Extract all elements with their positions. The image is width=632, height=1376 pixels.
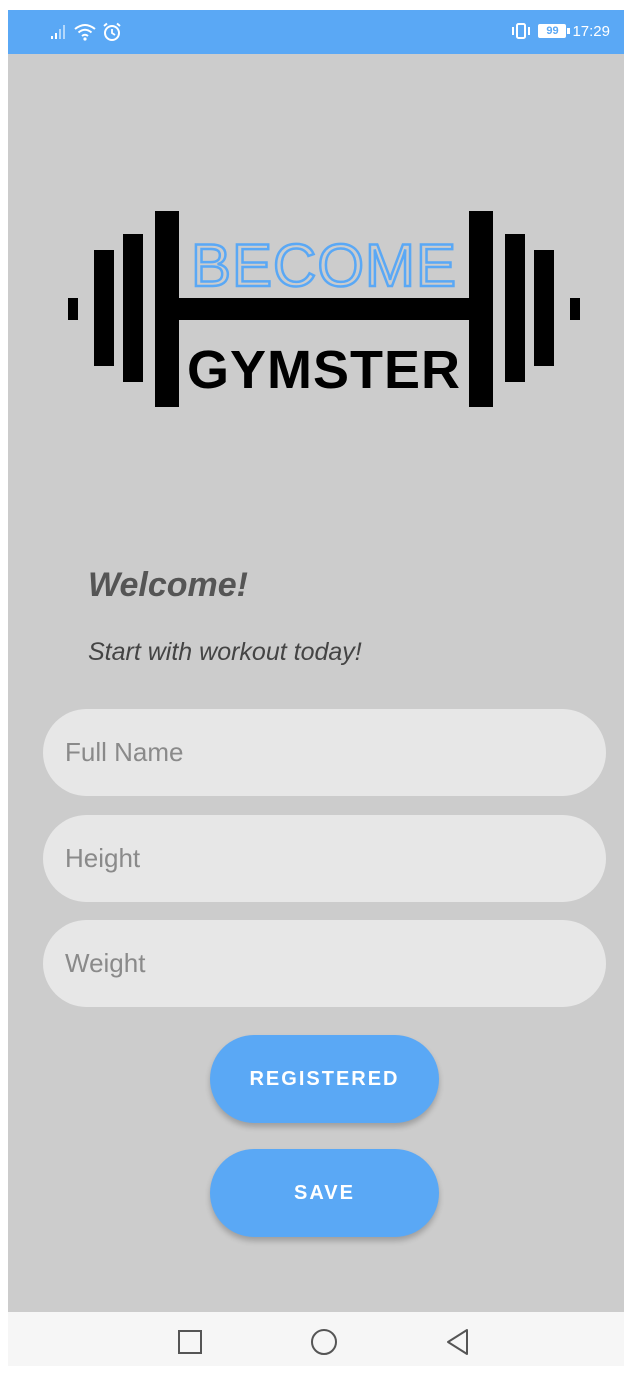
logo-line1: BECOME <box>191 232 457 299</box>
alarm-icon <box>103 22 121 41</box>
back-icon <box>447 1329 468 1355</box>
height-field[interactable] <box>43 815 606 902</box>
barbell-plate-right-inner <box>469 211 493 407</box>
weight-field[interactable] <box>43 920 606 1007</box>
gymster-logo: BECOME GYMSTER <box>68 211 580 407</box>
recent-apps-icon <box>178 1330 202 1354</box>
home-button[interactable] <box>304 1322 344 1362</box>
vibrate-icon <box>512 23 531 39</box>
barbell-plate-right-middle <box>505 234 525 382</box>
registered-button[interactable]: REGISTERED <box>210 1035 439 1123</box>
signal-icon <box>51 25 65 39</box>
barbell-end-right <box>570 298 580 320</box>
welcome-title: Welcome! <box>88 566 248 604</box>
barbell-plate-left-middle <box>123 234 143 382</box>
status-right: 99 17:29 <box>510 22 610 40</box>
barbell-end-left <box>68 298 78 320</box>
back-button[interactable] <box>438 1322 478 1362</box>
status-bar: 99 17:29 <box>8 10 624 54</box>
status-left <box>50 22 122 42</box>
welcome-subtitle: Start with workout today! <box>88 638 362 666</box>
barbell-bar <box>179 298 469 320</box>
recent-apps-button[interactable] <box>170 1322 210 1362</box>
navigation-bar <box>8 1312 624 1366</box>
barbell-plate-left-outer <box>94 250 114 366</box>
wifi-icon <box>74 24 96 41</box>
battery-icon: 99 <box>538 24 571 38</box>
full-name-field[interactable] <box>43 709 606 796</box>
status-time: 17:29 <box>572 22 610 40</box>
app-screen: 99 17:29 BECOME GYMSTER Welcome! Start w… <box>8 10 624 1366</box>
barbell-plate-right-outer <box>534 250 554 366</box>
save-button[interactable]: SAVE <box>210 1149 439 1237</box>
barbell-plate-left-inner <box>155 211 179 407</box>
home-icon <box>311 1329 337 1355</box>
logo-line2: GYMSTER <box>187 340 461 400</box>
